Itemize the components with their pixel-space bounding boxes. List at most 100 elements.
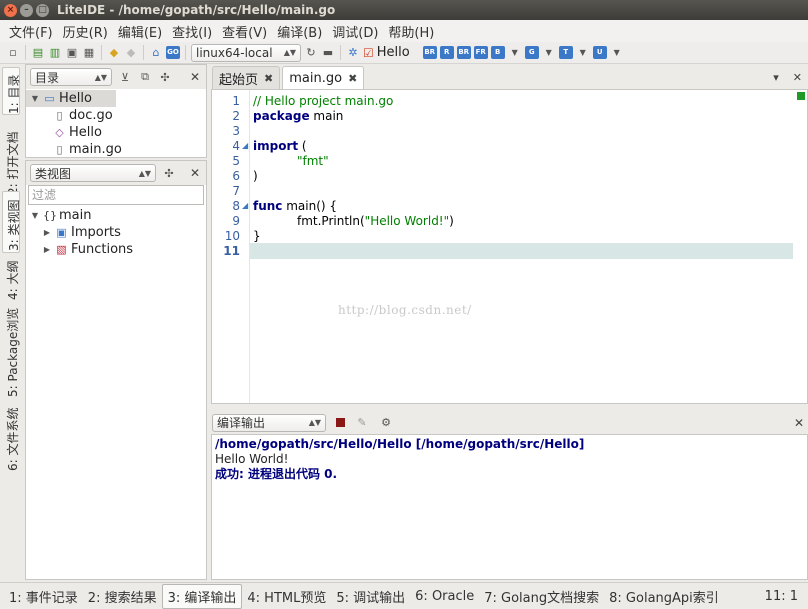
class-view-panel: 类视图 ▲▼ ✣ ✕ 过滤 ▼ {} main ▶ ▣ Imports ▶ ▧ … — [25, 160, 207, 580]
left-sidebar-tabs: 1: 目录 2: 打开文档 3: 类视图 4: 大纲 5: Package浏览 … — [0, 64, 22, 580]
run-icon[interactable]: R — [439, 46, 454, 59]
chevron-down-icon[interactable]: ▼ — [508, 46, 522, 60]
tree-item-functions[interactable]: ▶ ▧ Functions — [26, 241, 206, 258]
test-icon[interactable]: T — [558, 46, 573, 59]
home-icon[interactable]: ⌂ — [149, 46, 163, 60]
open-file-icon[interactable]: ▤ — [31, 46, 45, 60]
build-run-term-icon[interactable]: BR — [456, 46, 471, 59]
open-folder-icon[interactable]: ▥ — [48, 46, 62, 60]
vtab-file-system[interactable]: 6: 文件系统 — [2, 401, 20, 473]
chevron-down-icon[interactable]: ▼ — [610, 46, 624, 60]
tab-list-chevron-icon[interactable]: ▾ — [773, 71, 779, 84]
stop-icon[interactable] — [336, 418, 345, 427]
code-line-4: import ( — [253, 139, 307, 153]
file-run-icon[interactable]: FR — [473, 46, 488, 59]
close-window-icon[interactable]: × — [4, 3, 17, 17]
refresh-icon[interactable]: ↻ — [304, 46, 318, 60]
tree-item-file[interactable]: ▯ doc.go — [26, 107, 206, 124]
tab-search-results[interactable]: 2: 搜索结果 — [83, 585, 162, 608]
tree-item-file[interactable]: ◇ Hello — [26, 124, 206, 141]
go-icon[interactable]: GO — [166, 46, 180, 59]
vtab-outline[interactable]: 4: 大纲 — [2, 256, 20, 302]
terminal-icon[interactable]: ▬ — [321, 46, 335, 60]
build-icon[interactable]: B — [490, 46, 505, 59]
output-line: 成功: 进程退出代码 0. — [215, 467, 338, 481]
output-select[interactable]: 编译输出 ▲▼ — [212, 413, 326, 432]
expand-right-icon[interactable]: ▶ — [42, 245, 52, 254]
file-icon: ▯ — [56, 143, 63, 156]
save-all-icon[interactable]: ▦ — [82, 46, 96, 60]
build-output[interactable]: /home/gopath/src/Hello/Hello [/home/gopa… — [211, 434, 808, 580]
close-icon[interactable]: ✕ — [190, 166, 200, 180]
forward-arrow-icon[interactable]: ◆ — [124, 46, 138, 60]
minimize-window-icon[interactable]: – — [20, 3, 33, 17]
tree-item-file[interactable]: ▯ main.go — [26, 141, 206, 158]
menu-build[interactable]: 编译(B) — [272, 22, 327, 41]
line-number: 11 — [223, 244, 240, 258]
vtab-class-view[interactable]: 3: 类视图 — [2, 191, 21, 253]
clear-output-icon[interactable]: ✎ — [355, 416, 369, 430]
tree-item-folder[interactable]: ▼ ▭ Hello — [26, 90, 116, 107]
tab-build-output[interactable]: 3: 编译输出 — [161, 583, 243, 609]
tab-oracle[interactable]: 6: Oracle — [410, 587, 479, 606]
settings-icon[interactable]: ✲ — [346, 46, 360, 60]
filter-icon[interactable]: ⊻ — [118, 71, 132, 84]
tab-welcome[interactable]: 起始页 ✖ — [212, 66, 281, 89]
fold-marker-icon[interactable]: ◢ — [242, 201, 248, 210]
float-icon[interactable]: ✣ — [158, 71, 172, 84]
functions-icon: ▧ — [56, 243, 67, 256]
expand-right-icon[interactable]: ▶ — [42, 228, 52, 237]
expand-down-icon[interactable]: ▼ — [30, 211, 40, 220]
build-target-label[interactable]: Hello — [377, 45, 410, 60]
fold-marker-icon[interactable]: ◢ — [242, 141, 248, 150]
tab-event-log[interactable]: 1: 事件记录 — [4, 585, 83, 608]
code-editor[interactable]: 1 2 3 4 ◢ 5 6 7 8 ◢ 9 10 11 // Hello pro… — [211, 89, 808, 404]
vtab-folders[interactable]: 1: 目录 — [2, 67, 21, 115]
float-icon[interactable]: ✣ — [162, 167, 176, 180]
new-window-icon[interactable]: ⧉ — [138, 70, 152, 84]
line-number: 6 — [232, 169, 240, 183]
menu-file[interactable]: 文件(F) — [4, 22, 58, 41]
save-icon[interactable]: ▣ — [65, 46, 79, 60]
tab-main-go[interactable]: main.go ✖ — [282, 66, 365, 89]
tree-item-imports[interactable]: ▶ ▣ Imports — [26, 224, 206, 241]
class-view-header: 类视图 ▲▼ ✣ ✕ — [26, 161, 206, 185]
tree-item-package[interactable]: ▼ {} main — [26, 207, 206, 224]
vtab-open-documents[interactable]: 2: 打开文档 — [2, 119, 20, 197]
code-line-8: func main() { — [253, 199, 338, 213]
close-icon[interactable]: ✕ — [190, 70, 200, 84]
menu-edit[interactable]: 编辑(E) — [113, 22, 167, 41]
chevron-down-icon[interactable]: ▼ — [576, 46, 590, 60]
line-number-gutter: 1 2 3 4 ◢ 5 6 7 8 ◢ 9 10 11 — [212, 90, 250, 403]
maximize-window-icon[interactable]: □ — [36, 3, 49, 17]
gear-icon[interactable]: ⚙ — [379, 416, 393, 430]
menu-view[interactable]: 查看(V) — [217, 22, 272, 41]
menu-debug[interactable]: 调试(D) — [327, 22, 383, 41]
close-tab-icon[interactable]: ✖ — [348, 72, 357, 85]
build-run-icon[interactable]: BR — [422, 46, 437, 59]
close-tab-icon[interactable]: ✖ — [264, 72, 273, 85]
back-arrow-icon[interactable]: ◆ — [107, 46, 121, 60]
environment-select[interactable]: linux64-local ▲▼ — [191, 43, 301, 62]
toolbar-separator — [101, 45, 102, 60]
tab-html-preview[interactable]: 4: HTML预览 — [242, 585, 331, 608]
scrollbar-marker[interactable] — [797, 92, 805, 100]
update-icon[interactable]: U — [592, 46, 607, 59]
folder-panel-select[interactable]: 目录 ▲▼ — [30, 68, 112, 86]
menu-find[interactable]: 查找(I) — [167, 22, 217, 41]
tab-golang-api-index[interactable]: 8: GolangApi索引 — [604, 585, 724, 608]
new-file-icon[interactable]: ▫ — [6, 46, 20, 60]
class-filter-input[interactable]: 过滤 — [28, 185, 204, 205]
close-icon[interactable]: ✕ — [794, 416, 804, 430]
line-number: 7 — [232, 184, 240, 198]
chevron-down-icon[interactable]: ▼ — [542, 46, 556, 60]
get-icon[interactable]: G — [524, 46, 539, 59]
menu-history[interactable]: 历史(R) — [58, 22, 113, 41]
tab-debug-output[interactable]: 5: 调试输出 — [331, 585, 410, 608]
class-view-select[interactable]: 类视图 ▲▼ — [30, 164, 156, 182]
menu-help[interactable]: 帮助(H) — [383, 22, 439, 41]
expand-down-icon[interactable]: ▼ — [30, 94, 40, 103]
close-editor-icon[interactable]: ✕ — [793, 71, 802, 84]
vtab-package-browser[interactable]: 5: Package浏览 — [2, 304, 20, 399]
tab-golang-doc-search[interactable]: 7: Golang文档搜索 — [479, 585, 604, 608]
